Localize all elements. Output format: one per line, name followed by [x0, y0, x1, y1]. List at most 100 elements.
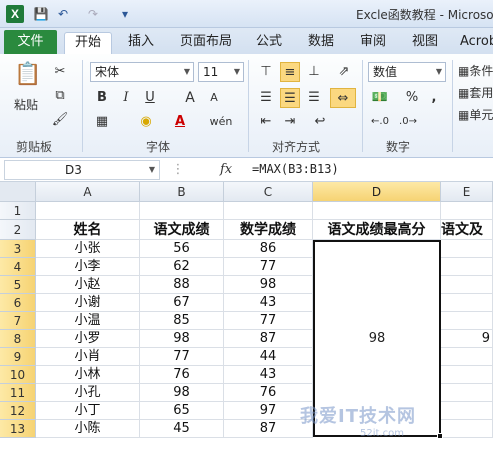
- cell-styles-button[interactable]: ▦单元: [458, 106, 493, 123]
- select-all-corner[interactable]: [0, 182, 36, 202]
- column-header-c[interactable]: C: [224, 182, 313, 202]
- cell-e7[interactable]: [441, 312, 493, 330]
- align-top-icon[interactable]: ⊤: [256, 62, 276, 82]
- cell-c8[interactable]: 87: [224, 330, 313, 348]
- cell-d1[interactable]: [313, 202, 441, 220]
- cell-c5[interactable]: 98: [224, 276, 313, 294]
- cell-e6[interactable]: [441, 294, 493, 312]
- fill-handle[interactable]: [437, 433, 443, 439]
- decrease-indent-icon[interactable]: ⇤: [256, 112, 276, 132]
- cell-e2[interactable]: 语文及: [441, 220, 493, 240]
- tab-review[interactable]: 审阅: [360, 32, 386, 54]
- cell-b5[interactable]: 88: [140, 276, 224, 294]
- increase-decimal-icon[interactable]: ←.0: [370, 112, 390, 132]
- cell-a1[interactable]: [36, 202, 140, 220]
- cell-c9[interactable]: 44: [224, 348, 313, 366]
- row-header-12[interactable]: 12: [0, 402, 36, 420]
- customize-icon[interactable]: ▾: [116, 6, 134, 22]
- row-header-4[interactable]: 4: [0, 258, 36, 276]
- insert-function-button[interactable]: fx: [220, 162, 232, 177]
- cut-icon[interactable]: ✂: [50, 62, 70, 82]
- cell-c2[interactable]: 数学成绩: [224, 220, 313, 240]
- font-color-button[interactable]: A: [170, 112, 190, 132]
- cell-e1[interactable]: [441, 202, 493, 220]
- tab-data[interactable]: 数据: [308, 32, 334, 54]
- cell-b11[interactable]: 98: [140, 384, 224, 402]
- cell-b3[interactable]: 56: [140, 240, 224, 258]
- row-header-9[interactable]: 9: [0, 348, 36, 366]
- number-format-select[interactable]: 数值 ▼: [368, 62, 446, 82]
- row-header-8[interactable]: 8: [0, 330, 36, 348]
- row-header-13[interactable]: 13: [0, 420, 36, 438]
- grow-font-button[interactable]: A: [180, 88, 200, 108]
- font-name-select[interactable]: 宋体 ▼: [90, 62, 194, 82]
- cell-b2[interactable]: 语文成绩: [140, 220, 224, 240]
- align-right-icon[interactable]: ☰: [304, 88, 324, 108]
- tab-page-layout[interactable]: 页面布局: [180, 32, 232, 54]
- cell-a9[interactable]: 小肖: [36, 348, 140, 366]
- cell-e10[interactable]: [441, 366, 493, 384]
- cell-a11[interactable]: 小孔: [36, 384, 140, 402]
- cell-c6[interactable]: 43: [224, 294, 313, 312]
- row-header-6[interactable]: 6: [0, 294, 36, 312]
- cell-e11[interactable]: [441, 384, 493, 402]
- cell-b9[interactable]: 77: [140, 348, 224, 366]
- tab-home[interactable]: 开始: [64, 32, 113, 54]
- cell-a4[interactable]: 小李: [36, 258, 140, 276]
- underline-button[interactable]: U: [140, 88, 160, 108]
- formula-bar-handle-icon[interactable]: ⋮: [168, 160, 188, 180]
- cell-e9[interactable]: [441, 348, 493, 366]
- phonetic-button[interactable]: wén: [208, 112, 234, 132]
- currency-icon[interactable]: 💵: [370, 88, 390, 108]
- paste-button[interactable]: 粘贴: [14, 96, 38, 113]
- row-header-7[interactable]: 7: [0, 312, 36, 330]
- row-header-1[interactable]: 1: [0, 202, 36, 220]
- redo-icon[interactable]: ↷: [84, 6, 102, 22]
- undo-icon[interactable]: ↶: [54, 6, 72, 22]
- tab-insert[interactable]: 插入: [128, 32, 154, 54]
- cell-e8[interactable]: 9: [441, 330, 493, 348]
- format-painter-icon[interactable]: 🖌: [50, 110, 70, 130]
- column-header-a[interactable]: A: [36, 182, 140, 202]
- tab-acrobat[interactable]: Acrob: [460, 32, 493, 54]
- cell-a6[interactable]: 小谢: [36, 294, 140, 312]
- cell-a5[interactable]: 小赵: [36, 276, 140, 294]
- tab-view[interactable]: 视图: [412, 32, 438, 54]
- cell-e5[interactable]: [441, 276, 493, 294]
- wrap-text-icon[interactable]: ↩: [310, 112, 330, 132]
- formula-input[interactable]: =MAX(B3:B13): [252, 162, 339, 176]
- format-as-table-button[interactable]: ▦套用: [458, 84, 493, 101]
- column-header-e[interactable]: E: [441, 182, 493, 202]
- cell-c1[interactable]: [224, 202, 313, 220]
- conditional-formatting-button[interactable]: ▦条件: [458, 62, 493, 79]
- comma-button[interactable]: ,: [424, 88, 444, 108]
- align-middle-icon[interactable]: ≡: [280, 62, 300, 82]
- bold-button[interactable]: B: [92, 88, 112, 108]
- excel-app-icon[interactable]: X: [6, 5, 24, 23]
- row-header-2[interactable]: 2: [0, 220, 36, 240]
- cell-c11[interactable]: 76: [224, 384, 313, 402]
- cell-e13[interactable]: [441, 420, 493, 438]
- cell-a3[interactable]: 小张: [36, 240, 140, 258]
- cell-b13[interactable]: 45: [140, 420, 224, 438]
- cell-c10[interactable]: 43: [224, 366, 313, 384]
- cell-b4[interactable]: 62: [140, 258, 224, 276]
- cell-d2[interactable]: 语文成绩最高分: [313, 220, 441, 240]
- row-header-3[interactable]: 3: [0, 240, 36, 258]
- tab-formulas[interactable]: 公式: [256, 32, 282, 54]
- cell-a10[interactable]: 小林: [36, 366, 140, 384]
- row-header-10[interactable]: 10: [0, 366, 36, 384]
- cell-e3[interactable]: [441, 240, 493, 258]
- merge-center-icon[interactable]: ⇔: [330, 88, 356, 108]
- copy-icon[interactable]: ⧉: [50, 86, 70, 106]
- borders-icon[interactable]: ▦: [92, 112, 112, 132]
- paste-icon[interactable]: 📋: [14, 60, 42, 90]
- cell-b1[interactable]: [140, 202, 224, 220]
- row-header-11[interactable]: 11: [0, 384, 36, 402]
- save-icon[interactable]: 💾: [32, 6, 50, 22]
- cell-b6[interactable]: 67: [140, 294, 224, 312]
- cell-c4[interactable]: 77: [224, 258, 313, 276]
- cell-b10[interactable]: 76: [140, 366, 224, 384]
- cell-a8[interactable]: 小罗: [36, 330, 140, 348]
- increase-indent-icon[interactable]: ⇥: [280, 112, 300, 132]
